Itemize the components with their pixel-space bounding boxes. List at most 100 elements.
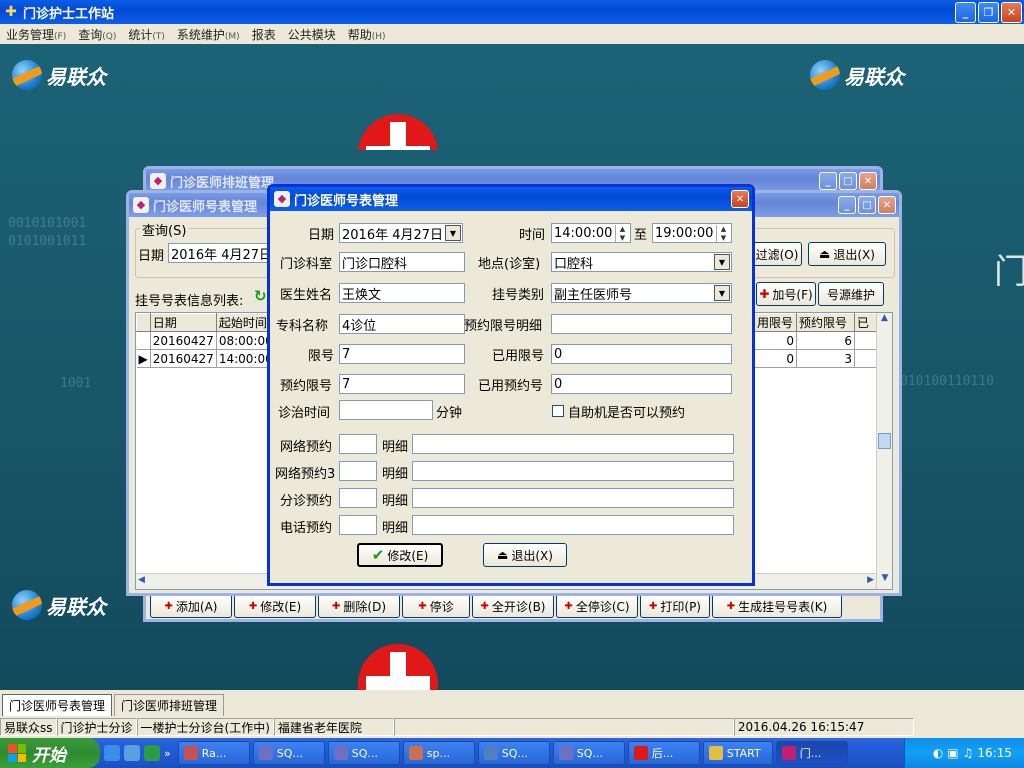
- taskbar-button[interactable]: 门...: [775, 741, 848, 765]
- restore-button[interactable]: ❐: [978, 2, 999, 23]
- taskbar-button[interactable]: SQ...: [252, 741, 325, 765]
- scroll-thumb[interactable]: [878, 433, 891, 449]
- dialog-exit-button[interactable]: ⏏ 退出(X): [483, 543, 567, 567]
- column-header[interactable]: 预约限号: [796, 313, 855, 332]
- menu-item[interactable]: 业务管理(F): [0, 26, 72, 43]
- taskbar-button[interactable]: SQ...: [327, 741, 400, 765]
- menu-item[interactable]: 系统维护(M): [171, 26, 246, 43]
- reservation-count-field[interactable]: [339, 488, 377, 508]
- scroll-up-icon[interactable]: ▲: [877, 313, 892, 329]
- refresh-icon[interactable]: ↻: [254, 287, 267, 305]
- dropdown-arrow-icon[interactable]: ▼: [714, 285, 730, 301]
- tab-number-table[interactable]: 门诊医师号表管理: [2, 694, 113, 716]
- ie-icon[interactable]: [104, 745, 120, 761]
- schedule-toolbar-button[interactable]: ✚ 修改(E): [234, 594, 316, 618]
- reserve-limit-field[interactable]: 7: [339, 374, 465, 394]
- dept-field[interactable]: 门诊口腔科: [339, 252, 465, 272]
- cell-date[interactable]: 20160427: [150, 349, 217, 368]
- source-maintenance-button[interactable]: 号源维护: [818, 282, 884, 306]
- reservation-detail-field[interactable]: [412, 515, 734, 535]
- table-row[interactable]: 20160427 08:00:00: [136, 331, 279, 350]
- dropdown-arrow-icon[interactable]: ▼: [714, 254, 730, 270]
- spinner-icon[interactable]: ▲ ▼: [716, 225, 730, 242]
- schedule-toolbar-button[interactable]: ✚ 删除(D): [318, 594, 400, 618]
- taskbar-button[interactable]: sp...: [402, 741, 475, 765]
- cell-reserved[interactable]: 3: [796, 349, 855, 368]
- taskbar-button[interactable]: 后...: [627, 741, 700, 765]
- scroll-left-icon[interactable]: ◀: [138, 575, 145, 585]
- limit-field[interactable]: 7: [339, 344, 465, 364]
- exit-button[interactable]: ⏏ 退出(X): [808, 242, 886, 266]
- menu-item[interactable]: 报表: [246, 26, 282, 43]
- reservation-detail-field[interactable]: [412, 434, 734, 454]
- tray-icon[interactable]: ◐: [933, 746, 943, 760]
- used-limit-field[interactable]: 0: [551, 344, 732, 364]
- close-button[interactable]: ✕: [859, 172, 877, 190]
- dropdown-arrow-icon[interactable]: ▼: [445, 225, 461, 241]
- vertical-scrollbar[interactable]: ▲ ▼: [876, 313, 892, 589]
- close-button[interactable]: ✕: [1001, 2, 1022, 23]
- start-button[interactable]: 开始: [0, 738, 100, 768]
- reservation-detail-field[interactable]: [412, 488, 734, 508]
- cell-date[interactable]: 20160427: [150, 331, 217, 350]
- date-picker[interactable]: 2016年 4月27日 ▼: [339, 223, 463, 243]
- table-row[interactable]: 0 3: [754, 349, 879, 368]
- modify-button[interactable]: ✔ 修改(E): [357, 543, 443, 567]
- cell-reserved[interactable]: 6: [796, 331, 855, 350]
- more-icon[interactable]: »: [164, 747, 171, 760]
- taskbar-button[interactable]: SQ...: [552, 741, 625, 765]
- close-button[interactable]: ✕: [878, 196, 896, 214]
- location-select[interactable]: 口腔科 ▼: [551, 252, 732, 272]
- minimize-button[interactable]: _: [955, 2, 976, 23]
- tray-icon[interactable]: ▣: [947, 746, 958, 760]
- self-service-checkbox[interactable]: [552, 405, 564, 417]
- tab-schedule[interactable]: 门诊医师排班管理: [114, 694, 225, 716]
- browser-icon[interactable]: [124, 745, 140, 761]
- maximize-button[interactable]: □: [858, 196, 876, 214]
- taskbar-button[interactable]: SQ...: [477, 741, 550, 765]
- filter-button[interactable]: 过滤(O): [752, 242, 802, 266]
- tray-icon[interactable]: ♫: [963, 746, 974, 760]
- scroll-down-icon[interactable]: ▼: [877, 573, 893, 589]
- schedule-toolbar-button[interactable]: ✚ 添加(A): [150, 594, 232, 618]
- close-button[interactable]: ✕: [731, 190, 749, 208]
- time-start-field[interactable]: 14:00:00 ▲ ▼: [551, 223, 631, 243]
- schedule-toolbar-button[interactable]: ✚ 打印(P): [640, 594, 710, 618]
- reservation-count-field[interactable]: [339, 461, 377, 481]
- schedule-toolbar-button[interactable]: ✚ 生成挂号号表(K): [712, 594, 842, 618]
- doctor-field[interactable]: 王焕文: [339, 283, 465, 303]
- table-row[interactable]: 0 6: [754, 331, 879, 350]
- taskbar-button[interactable]: START: [702, 741, 773, 765]
- date-field[interactable]: 2016年 4月27日: [168, 243, 274, 263]
- column-header[interactable]: 日期: [149, 313, 217, 332]
- consult-time-field[interactable]: [339, 400, 433, 420]
- reserve-detail-field[interactable]: [551, 314, 732, 334]
- taskbar-button[interactable]: Ra...: [177, 741, 250, 765]
- menu-item[interactable]: 公共模块: [282, 26, 342, 43]
- menu-item[interactable]: 查询(Q): [72, 26, 122, 43]
- scroll-right-icon[interactable]: ▶: [867, 575, 874, 585]
- column-header[interactable]: 用限号: [754, 313, 797, 332]
- maximize-button[interactable]: □: [839, 172, 857, 190]
- table-row[interactable]: ▶ 20160427 14:00:00: [136, 349, 279, 368]
- cell-used[interactable]: 0: [754, 331, 797, 350]
- reservation-count-field[interactable]: [339, 434, 377, 454]
- reservation-detail-field[interactable]: [412, 461, 734, 481]
- used-reserve-field[interactable]: 0: [551, 374, 732, 394]
- reservation-count-field[interactable]: [339, 515, 377, 535]
- desktop-icon[interactable]: [144, 745, 160, 761]
- cell-used[interactable]: 0: [754, 349, 797, 368]
- menu-item[interactable]: 统计(T): [122, 26, 171, 43]
- time-end-field[interactable]: 19:00:00 ▲ ▼: [652, 223, 732, 243]
- specialty-field[interactable]: 4诊位: [339, 314, 465, 334]
- spinner-icon[interactable]: ▲ ▼: [615, 225, 629, 242]
- reg-type-select[interactable]: 副主任医师号 ▼: [551, 283, 732, 303]
- menu-item[interactable]: 帮助(H): [342, 26, 392, 43]
- schedule-toolbar-button[interactable]: ✚ 全开诊(B): [472, 594, 554, 618]
- minimize-button[interactable]: _: [838, 196, 856, 214]
- schedule-toolbar-button[interactable]: ✚ 停诊: [402, 594, 470, 618]
- add-number-button[interactable]: ✚ 加号(F): [756, 282, 816, 306]
- schedule-toolbar-button[interactable]: ✚ 全停诊(C): [556, 594, 638, 618]
- minimize-button[interactable]: _: [819, 172, 837, 190]
- column-header[interactable]: 已: [854, 313, 879, 332]
